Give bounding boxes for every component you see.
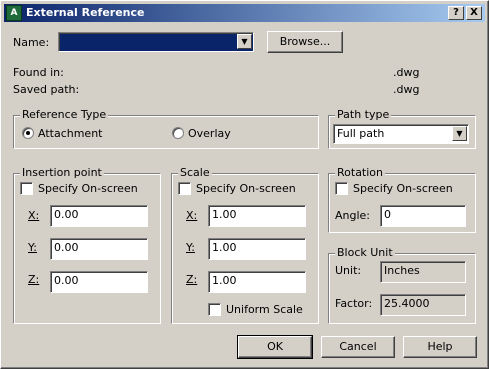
- insertion-x-input[interactable]: 0.00: [50, 205, 148, 227]
- scale-y-label: Y:: [186, 241, 195, 254]
- insertion-point-title: Insertion point: [20, 166, 104, 179]
- uniform-scale-checkbox[interactable]: [208, 303, 221, 316]
- insertion-specify-checkbox[interactable]: [20, 182, 33, 195]
- autocad-app-icon: A: [6, 5, 22, 21]
- ok-button[interactable]: OK: [237, 335, 313, 359]
- help-button[interactable]: Help: [403, 336, 477, 358]
- scale-x-label: X:: [186, 209, 198, 222]
- block-unit-group: Block Unit Unit: Inches Factor: 25.4000: [328, 246, 476, 324]
- saved-path-label: Saved path:: [13, 83, 80, 96]
- unit-label: Unit:: [335, 264, 362, 277]
- reference-type-group: Reference Type Attachment Overlay: [13, 108, 319, 149]
- insertion-z-input[interactable]: 0.00: [50, 271, 148, 293]
- scale-specify-label[interactable]: Specify On-screen: [196, 182, 296, 195]
- rotation-specify-checkbox[interactable]: [335, 182, 348, 195]
- found-in-label: Found in:: [13, 66, 64, 79]
- external-reference-dialog: A External Reference ? X Name: ▼ Browse.…: [0, 0, 489, 369]
- block-unit-title: Block Unit: [335, 246, 395, 259]
- path-type-title: Path type: [335, 108, 392, 121]
- angle-input[interactable]: 0: [380, 205, 466, 227]
- insertion-y-label: Y:: [28, 241, 37, 254]
- attachment-label[interactable]: Attachment: [38, 127, 103, 140]
- scale-y-input[interactable]: 1.00: [208, 238, 306, 260]
- factor-label: Factor:: [335, 297, 373, 310]
- rotation-title: Rotation: [335, 166, 386, 179]
- attachment-radio[interactable]: [22, 127, 34, 139]
- unit-value: Inches: [380, 261, 466, 283]
- name-label: Name:: [13, 36, 50, 49]
- scale-x-input[interactable]: 1.00: [208, 205, 306, 227]
- insertion-specify-label[interactable]: Specify On-screen: [38, 182, 138, 195]
- window-title: External Reference: [26, 6, 145, 19]
- rotation-group: Rotation Specify On-screen Angle: 0: [328, 166, 476, 233]
- insertion-y-input[interactable]: 0.00: [50, 238, 148, 260]
- cancel-button[interactable]: Cancel: [321, 336, 395, 358]
- overlay-label[interactable]: Overlay: [188, 127, 231, 140]
- path-type-group: Path type Full path ▼: [328, 108, 476, 149]
- found-in-value: .dwg: [393, 66, 420, 79]
- reference-type-title: Reference Type: [20, 108, 109, 121]
- scale-specify-checkbox[interactable]: [178, 182, 191, 195]
- name-combobox[interactable]: ▼: [58, 32, 254, 52]
- path-type-value: Full path: [337, 127, 385, 140]
- help-title-button[interactable]: ?: [448, 6, 464, 20]
- scale-z-input[interactable]: 1.00: [208, 271, 306, 293]
- insertion-z-label: Z:: [28, 273, 40, 286]
- insertion-point-group: Insertion point Specify On-screen X: 0.0…: [13, 166, 161, 324]
- chevron-down-icon[interactable]: ▼: [237, 34, 252, 49]
- saved-path-value: .dwg: [393, 83, 420, 96]
- rotation-specify-label[interactable]: Specify On-screen: [353, 182, 453, 195]
- path-type-select[interactable]: Full path ▼: [333, 124, 469, 144]
- overlay-radio[interactable]: [172, 127, 184, 139]
- uniform-scale-label[interactable]: Uniform Scale: [226, 303, 303, 316]
- title-bar: A External Reference ? X: [4, 4, 485, 22]
- factor-value: 25.4000: [380, 294, 466, 316]
- scale-z-label: Z:: [186, 273, 198, 286]
- scale-group: Scale Specify On-screen X: 1.00 Y: 1.00 …: [171, 166, 319, 324]
- scale-title: Scale: [178, 166, 212, 179]
- insertion-x-label: X:: [28, 209, 40, 222]
- browse-button[interactable]: Browse...: [267, 31, 343, 53]
- close-title-button[interactable]: X: [466, 6, 482, 20]
- angle-label: Angle:: [335, 209, 371, 222]
- chevron-down-icon[interactable]: ▼: [452, 126, 467, 141]
